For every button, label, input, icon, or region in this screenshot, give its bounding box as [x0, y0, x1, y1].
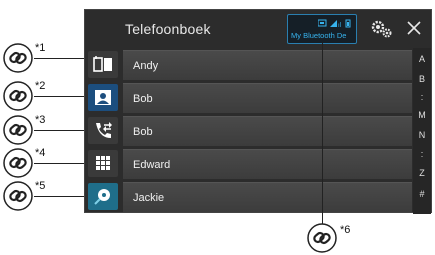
index-letter[interactable]: Z [413, 168, 431, 178]
callout-label-6: *6 [340, 224, 351, 236]
list-item[interactable]: Jackie [123, 182, 412, 212]
link-icon [3, 115, 33, 145]
list-item[interactable]: Bob [123, 116, 412, 146]
callout-label-4: *4 [35, 147, 46, 159]
phonebook-screen: Telefoonboek ıl My Bluetooth De Andy Bob… [84, 9, 432, 214]
keypad-icon [96, 156, 110, 170]
index-letter[interactable]: # [413, 189, 431, 199]
index-letter[interactable]: A [413, 54, 431, 64]
index-letter[interactable]: N [413, 130, 431, 140]
callout-label-3: *3 [35, 114, 46, 126]
list-item[interactable]: Bob [123, 83, 412, 113]
bluetooth-status: ıl My Bluetooth De [287, 14, 357, 44]
contact-name: Bob [133, 93, 153, 105]
phonebook-button[interactable] [88, 51, 118, 78]
index-letter[interactable]: M [413, 110, 431, 120]
keypad-button[interactable] [88, 150, 118, 177]
close-icon [407, 21, 421, 35]
gears-icon [371, 20, 392, 38]
phonebook-icon [93, 56, 112, 72]
sidebar [85, 48, 122, 214]
call-history-button[interactable] [88, 117, 118, 144]
title-bar: Telefoonboek ıl My Bluetooth De [85, 10, 431, 48]
contact-name: Edward [133, 159, 171, 171]
list-item[interactable]: Edward [123, 149, 412, 179]
callout-label-5: *5 [35, 180, 46, 192]
contact-name: Bob [133, 126, 153, 138]
signal-battery-icon: ıl [318, 19, 351, 28]
voice-dial-icon [94, 189, 110, 205]
callout-label-2: *2 [35, 80, 46, 92]
index-letter: : [420, 149, 424, 159]
close-button[interactable] [405, 19, 423, 37]
link-icon [3, 181, 33, 211]
callout-leader-5 [34, 196, 84, 197]
contact-name: Jackie [133, 192, 165, 204]
index-letter: : [420, 92, 424, 102]
callout-leader-6 [322, 43, 323, 226]
voice-dial-button[interactable] [88, 183, 118, 210]
callout-label-1: *1 [35, 42, 46, 54]
index-letter[interactable]: B [413, 74, 431, 84]
alphabet-index[interactable]: A B : M N : Z # [413, 48, 431, 214]
bluetooth-device-name: My Bluetooth De [291, 31, 347, 40]
contact-list: Andy Bob Bob Edward Jackie [123, 48, 412, 214]
contacts-button[interactable] [88, 84, 118, 111]
call-history-icon [96, 122, 112, 138]
contact-name: Andy [133, 60, 159, 72]
link-icon [3, 81, 33, 111]
callout-leader-1 [34, 58, 84, 59]
settings-button[interactable] [370, 18, 394, 40]
page-title: Telefoonboek [125, 21, 211, 37]
link-icon [3, 148, 33, 178]
link-icon [3, 43, 33, 73]
callout-leader-3 [34, 130, 84, 131]
callout-leader-2 [34, 96, 84, 97]
contact-card-icon [95, 90, 111, 105]
list-item[interactable]: Andy [123, 50, 412, 80]
callout-6: *6 [306, 222, 370, 254]
link-icon [307, 223, 337, 253]
callout-leader-4 [34, 163, 84, 164]
svg-text:ıl: ıl [338, 22, 342, 28]
